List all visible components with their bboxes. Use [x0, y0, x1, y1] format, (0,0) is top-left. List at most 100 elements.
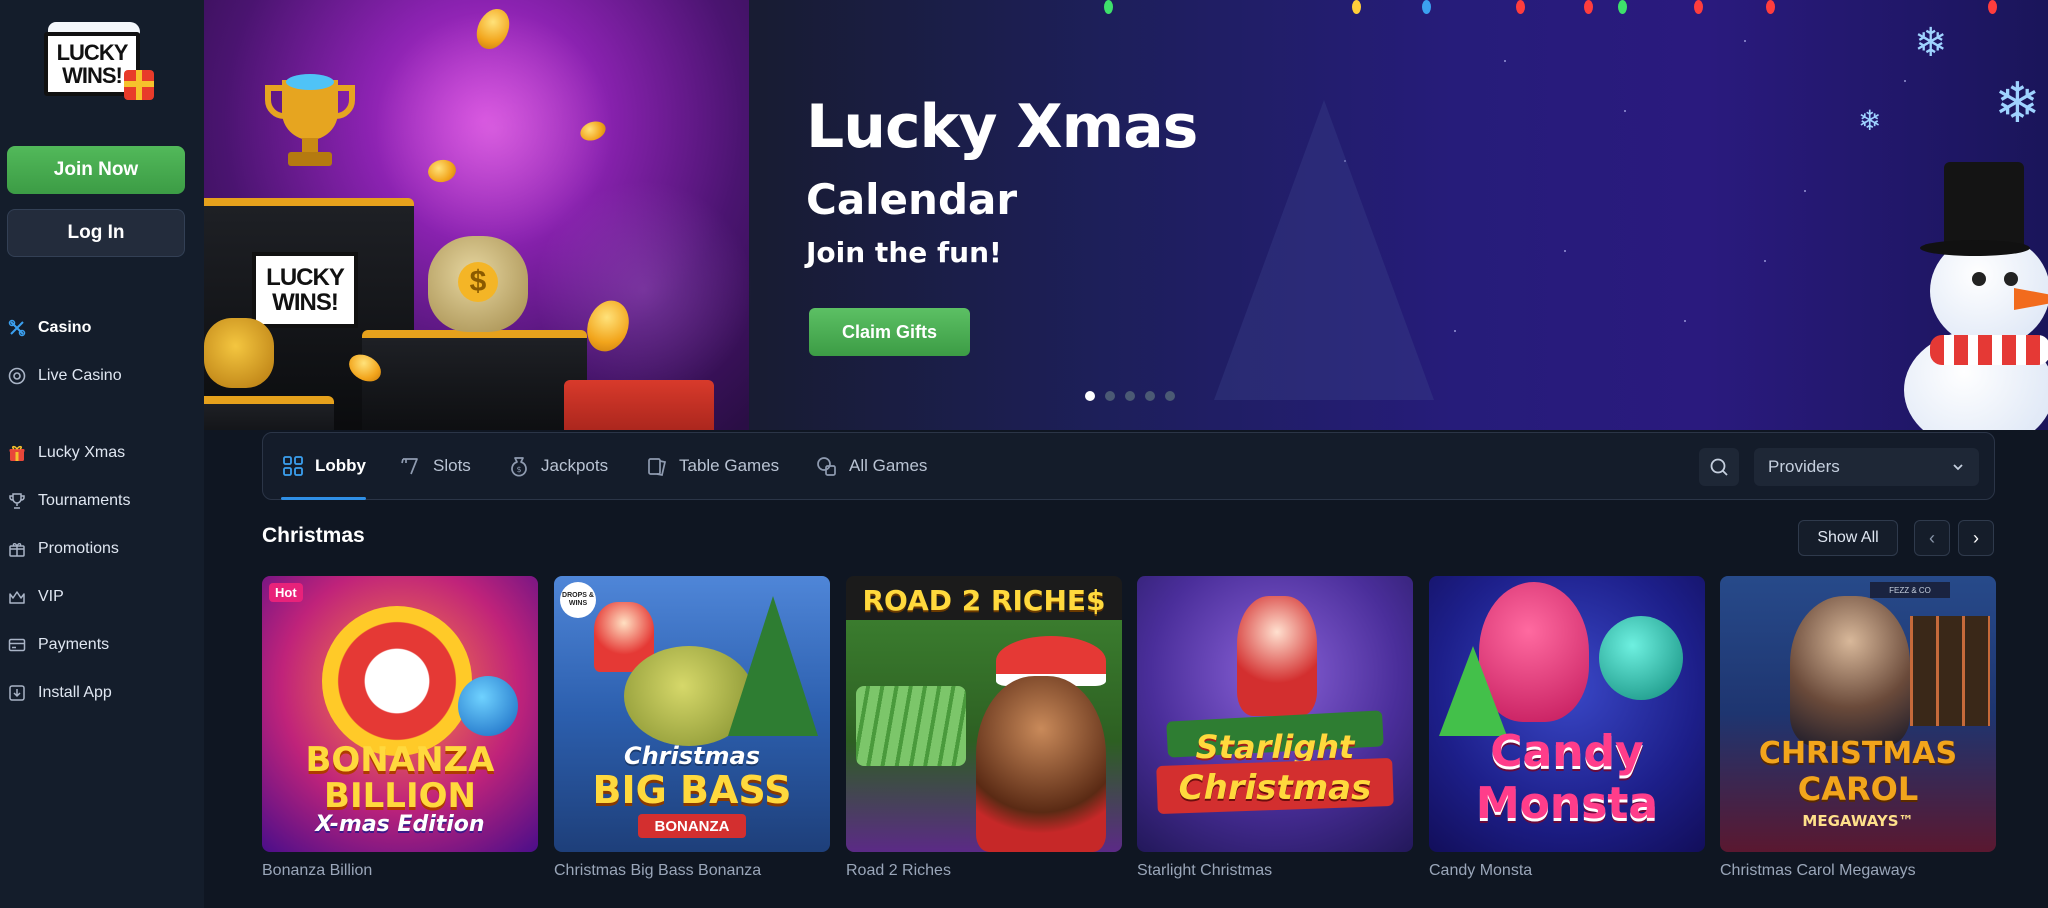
scrooge-figure: [1790, 596, 1910, 746]
game-card-title[interactable]: Bonanza Billion: [262, 862, 372, 880]
game-card-christmas-big-bass-bonanza[interactable]: DROPS & WINS Christmas BIG BASS BONANZA: [554, 576, 830, 852]
logo-line-2: WINS!: [62, 63, 123, 88]
hot-badge: Hot: [269, 583, 303, 602]
podium-logo-line-2: WINS!: [272, 289, 339, 316]
game-art-line: X-mas Edition: [315, 812, 485, 837]
all-games-icon: [817, 457, 836, 476]
trophy-icon: [8, 492, 26, 510]
game-card-road-2-riches[interactable]: ROAD 2 RICHE$: [846, 576, 1122, 852]
chevron-right-icon: ›: [1973, 527, 1979, 548]
sidebar-item-vip[interactable]: VIP: [8, 582, 64, 612]
tree-silhouette: [1214, 100, 1434, 400]
hero-tagline: Join the fun!: [806, 236, 1002, 269]
xmas-light: [1694, 0, 1703, 14]
tab-label: Table Games: [679, 456, 780, 475]
game-art-line: CAROL: [1797, 770, 1919, 808]
xmas-light: [1988, 0, 1997, 14]
trophy-icon: [265, 74, 355, 166]
shop-sign: FEZZ & CO: [1870, 582, 1950, 598]
shop-window: [1910, 616, 1990, 726]
game-art-line: BILLION: [324, 776, 476, 816]
hero-title: Lucky Xmas: [806, 92, 1198, 162]
game-art-line: CHRISTMAS: [1758, 736, 1958, 771]
hero-banner[interactable]: LUCKY WINS! $ ❄ ❄ ❄ Lucky Xmas Calendar …: [204, 0, 2048, 430]
cash-stack: [856, 686, 966, 766]
gift-icon: [8, 444, 26, 462]
game-art-line: BONANZA: [305, 740, 495, 780]
carousel-dot[interactable]: [1145, 391, 1155, 401]
game-card-title[interactable]: Starlight Christmas: [1137, 862, 1272, 880]
download-icon: [8, 684, 26, 702]
providers-label: Providers: [1768, 457, 1840, 476]
crown-icon: [8, 588, 26, 606]
sidebar-item-tournaments[interactable]: Tournaments: [8, 486, 131, 516]
xmas-light: [1104, 0, 1113, 14]
carousel-next-button[interactable]: ›: [1958, 520, 1994, 556]
game-art-line: BIG BASS: [592, 768, 792, 812]
game-art-line: ROAD 2 RICHE$: [862, 584, 1106, 617]
xmas-light: [1422, 0, 1431, 14]
log-in-button[interactable]: Log In: [7, 209, 185, 257]
chevron-left-icon: ‹: [1929, 527, 1935, 548]
tab-jackpots[interactable]: $ Jackpots: [507, 433, 608, 499]
game-card-christmas-carol-megaways[interactable]: FEZZ & CO CHRISTMAS CAROL MEGAWAYS™: [1720, 576, 1996, 852]
gift-box: [564, 380, 714, 430]
carousel-prev-button[interactable]: ‹: [1914, 520, 1950, 556]
peppermint-wheel: [322, 606, 472, 756]
game-card-title[interactable]: Candy Monsta: [1429, 862, 1532, 880]
chevron-down-icon: [1953, 464, 1963, 471]
table-games-icon: [648, 458, 667, 476]
game-card-bonanza-billion[interactable]: BONANZA BILLION X-mas Edition Hot: [262, 576, 538, 852]
sidebar-item-promotions[interactable]: Promotions: [8, 534, 119, 564]
hero-podium-artwork: LUCKY WINS! $: [204, 0, 754, 430]
lucky-wins-logo[interactable]: LUCKY WINS!: [44, 22, 154, 100]
game-card-title[interactable]: Road 2 Riches: [846, 862, 951, 880]
lobby-icon: [283, 456, 303, 476]
tab-label: Jackpots: [541, 456, 609, 475]
angel-figure: [1237, 596, 1317, 716]
claim-gifts-button[interactable]: Claim Gifts: [809, 308, 970, 356]
tab-all-games[interactable]: All Games: [815, 433, 927, 499]
search-button[interactable]: [1699, 448, 1739, 486]
carousel-dots: [1085, 391, 1175, 401]
game-card-title[interactable]: Christmas Carol Megaways: [1720, 862, 1916, 880]
live-casino-icon: [8, 367, 26, 385]
carousel-dot[interactable]: [1105, 391, 1115, 401]
tab-slots[interactable]: Slots: [399, 433, 471, 499]
join-now-button[interactable]: Join Now: [7, 146, 185, 194]
sidebar-item-label: Tournaments: [38, 492, 131, 509]
sidebar: LUCKY WINS! Join Now Log In Casino Live …: [0, 0, 204, 908]
tab-lobby[interactable]: Lobby: [281, 433, 366, 500]
sidebar-item-payments[interactable]: Payments: [8, 630, 109, 660]
show-all-button[interactable]: Show All: [1798, 520, 1898, 556]
tab-table-games[interactable]: Table Games: [645, 433, 779, 499]
game-art-line: BONANZA: [638, 814, 746, 838]
card-icon: [8, 636, 26, 654]
search-icon: [1710, 458, 1728, 476]
podium-center: [362, 330, 587, 430]
podium-logo: LUCKY WINS!: [252, 252, 358, 328]
carousel-dot[interactable]: [1125, 391, 1135, 401]
tab-label: All Games: [849, 456, 928, 475]
game-art-line: MEGAWAYS™: [1802, 812, 1914, 830]
snowman-illustration: [1864, 140, 2048, 430]
game-art-line: Christmas: [1178, 768, 1372, 808]
sidebar-item-live-casino[interactable]: Live Casino: [8, 361, 122, 391]
carousel-dot[interactable]: [1165, 391, 1175, 401]
tab-label: Lobby: [315, 456, 366, 475]
sidebar-item-label: Payments: [38, 636, 110, 653]
svg-text:$: $: [516, 465, 521, 474]
game-card-title[interactable]: Christmas Big Bass Bonanza: [554, 862, 761, 880]
gift-icon: [124, 70, 154, 100]
sidebar-item-lucky-xmas[interactable]: Lucky Xmas: [8, 438, 125, 468]
sidebar-item-install-app[interactable]: Install App: [8, 678, 112, 708]
snowflake-icon: ❄: [1914, 21, 1948, 65]
game-card-starlight-christmas[interactable]: Starlight Christmas: [1137, 576, 1413, 852]
game-card-candy-monsta[interactable]: Candy Monsta: [1429, 576, 1705, 852]
xmas-light: [1352, 0, 1361, 14]
section-title: Christmas: [262, 524, 365, 547]
carousel-dot[interactable]: [1085, 391, 1095, 401]
snowflake-icon: ❄: [1858, 105, 1882, 136]
sidebar-item-casino[interactable]: Casino: [8, 313, 91, 343]
providers-dropdown[interactable]: Providers: [1754, 448, 1979, 486]
